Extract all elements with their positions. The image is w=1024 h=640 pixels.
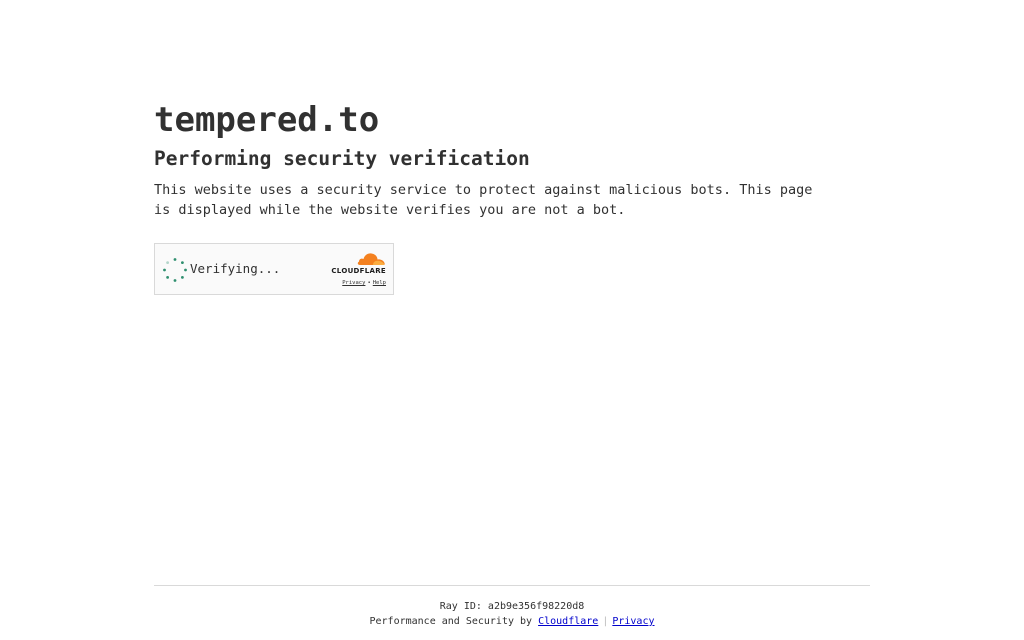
ray-id-label: Ray ID: bbox=[439, 601, 482, 612]
ray-id-value: a2b9e356f98220d8 bbox=[487, 601, 585, 612]
widget-links: Privacy • Help bbox=[322, 280, 386, 287]
widget-privacy-link[interactable]: Privacy bbox=[342, 280, 365, 286]
site-title: tempered.to bbox=[154, 100, 380, 140]
footer: Ray ID: a2b9e356f98220d8 Performance and… bbox=[154, 585, 870, 629]
verification-heading: Performing security verification bbox=[154, 147, 530, 170]
performance-line: Performance and Security by Cloudflare | P… bbox=[154, 615, 870, 629]
cloudflare-cloud-icon bbox=[357, 253, 385, 265]
cloudflare-link[interactable]: Cloudflare bbox=[538, 616, 598, 627]
cloudflare-wordmark: CLOUDFLARE bbox=[331, 267, 386, 275]
turnstile-widget[interactable]: Verifying... CLOUDFLARE Privacy • Help bbox=[154, 243, 394, 295]
page: tempered.to Performing security verifica… bbox=[0, 0, 1024, 640]
verification-description: This website uses a security service to … bbox=[154, 182, 813, 218]
cloudflare-branding: CLOUDFLARE Privacy • Help bbox=[322, 252, 386, 287]
spinner-icon bbox=[163, 258, 187, 282]
performance-text: Performance and Security by bbox=[369, 616, 533, 627]
footer-divider: | bbox=[602, 616, 609, 627]
footer-privacy-link[interactable]: Privacy bbox=[612, 616, 654, 627]
main-content: tempered.to Performing security verifica… bbox=[154, 100, 870, 220]
widget-links-separator: • bbox=[367, 280, 371, 286]
ray-id-line: Ray ID: a2b9e356f98220d8 bbox=[154, 600, 870, 614]
verifying-status: Verifying... bbox=[190, 261, 281, 276]
widget-help-link[interactable]: Help bbox=[373, 280, 386, 286]
